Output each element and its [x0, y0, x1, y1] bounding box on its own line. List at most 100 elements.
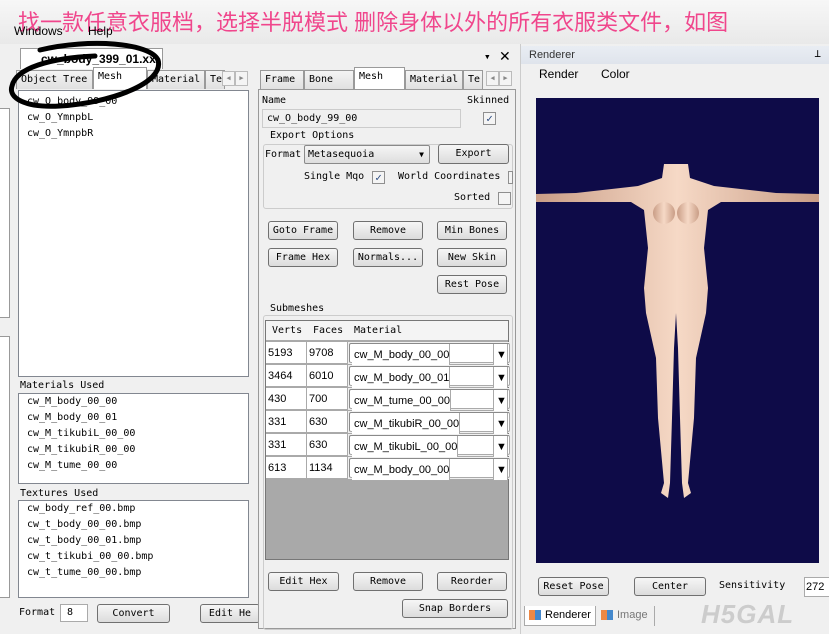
table-row[interactable]: 331 630 cw_M_tikubiL_00_00 ▼	[266, 434, 510, 458]
menu-windows[interactable]: Windows	[14, 24, 63, 38]
chevron-down-icon[interactable]: ▼	[493, 436, 508, 458]
sorted-checkbox[interactable]	[498, 192, 511, 205]
tab-scroll[interactable]: ◀ ▶	[222, 71, 250, 87]
chevron-down-icon[interactable]: ▼	[493, 459, 508, 481]
left-panel: Object Tree Mesh Material Te ◀ ▶ cw_O_bod…	[14, 67, 260, 630]
sensitivity-field[interactable]: 272	[804, 577, 829, 597]
normals-button[interactable]: Normals...	[353, 248, 423, 267]
faces-cell: 6010	[307, 365, 348, 387]
remove-mesh-button[interactable]: Remove	[353, 221, 423, 240]
verts-cell: 3464	[266, 365, 307, 387]
textures-list[interactable]: cw_body_ref_00.bmp cw_t_body_00_00.bmp c…	[18, 500, 249, 598]
tab-mesh[interactable]: Mesh	[354, 67, 405, 89]
overlay-caption: 找一款任意衣服档，选择半脱模式 删除身体以外的所有衣服类文件，如图	[18, 10, 729, 35]
material-dropdown[interactable]: cw_M_body_00_00 ▼	[349, 458, 510, 481]
menu-help[interactable]: Help	[88, 24, 113, 38]
material-value: cw_M_body_00_01	[352, 367, 451, 389]
faces-cell: 9708	[307, 342, 348, 364]
pin-icon[interactable]: ⊥	[814, 47, 821, 60]
list-item[interactable]: cw_M_tikubiL_00_00	[19, 426, 248, 442]
material-value: cw_M_body_00_00	[352, 459, 451, 481]
material-value: cw_M_tikubiR_00_00	[352, 413, 461, 435]
verts-cell: 613	[266, 457, 307, 479]
table-row[interactable]: 5193 9708 cw_M_body_00_00 ▼	[266, 342, 510, 366]
new-skin-button[interactable]: New Skin	[437, 248, 507, 267]
center-button[interactable]: Center	[634, 577, 706, 596]
submeshes-table: Verts Faces Material 5193 9708 cw_M_body_0…	[265, 320, 510, 560]
close-icon[interactable]: ✕	[499, 48, 511, 65]
tab-scroll[interactable]: ◀ ▶	[486, 71, 514, 87]
tab-bone[interactable]: Bone	[304, 70, 354, 89]
export-button[interactable]: Export	[438, 144, 509, 164]
column-material[interactable]: Material	[354, 325, 402, 336]
material-dropdown[interactable]: cw_M_tikubiL_00_00 ▼	[349, 435, 510, 458]
material-dropdown[interactable]: cw_M_tikubiR_00_00 ▼	[349, 412, 510, 435]
material-value: cw_M_tume_00_00	[352, 390, 452, 412]
rest-pose-button[interactable]: Rest Pose	[437, 275, 507, 294]
name-label: Name	[262, 95, 287, 106]
faces-cell: 630	[307, 434, 348, 456]
single-mqo-checkbox[interactable]: ✓	[372, 171, 385, 184]
list-item[interactable]: cw_t_body_00_01.bmp	[19, 533, 248, 549]
mesh-list[interactable]: cw_O_body_99_00 cw_O_YmnpbL cw_O_YmnpbR	[18, 90, 249, 377]
remove-submesh-button[interactable]: Remove	[353, 572, 423, 591]
list-item[interactable]: cw_t_tikubi_00_00.bmp	[19, 549, 248, 565]
table-row[interactable]: 613 1134 cw_M_body_00_00 ▼	[266, 457, 510, 481]
snap-borders-button[interactable]: Snap Borders	[402, 599, 508, 618]
chevron-down-icon[interactable]: ▼	[493, 390, 508, 412]
chevron-down-icon[interactable]: ▼	[493, 413, 508, 435]
arrow-left-icon[interactable]: ◀	[486, 71, 499, 86]
name-field[interactable]: cw_O_body_99_00	[262, 109, 461, 128]
textures-used-label: Textures Used	[20, 488, 99, 499]
menu-render[interactable]: Render	[539, 67, 578, 81]
pane-menu-icon[interactable]: ▾	[484, 50, 491, 63]
list-item[interactable]: cw_t_tume_00_00.bmp	[19, 565, 248, 581]
list-item[interactable]: cw_M_tume_00_00	[19, 458, 248, 474]
tab-image-label: Image	[617, 609, 648, 621]
tab-renderer[interactable]: Renderer	[524, 606, 596, 626]
format-field[interactable]: 8	[60, 604, 88, 622]
chevron-down-icon[interactable]: ▼	[493, 367, 508, 389]
material-dropdown[interactable]: cw_M_body_00_00 ▼	[349, 343, 510, 366]
list-item[interactable]: cw_M_body_00_01	[19, 410, 248, 426]
menu-color[interactable]: Color	[601, 67, 630, 81]
chevron-down-icon[interactable]: ▼	[493, 344, 508, 366]
goto-frame-button[interactable]: Goto Frame	[268, 221, 338, 240]
renderer-panel: Renderer ⊥ Render Color Reset Pose Cente…	[520, 44, 829, 634]
arrow-right-icon[interactable]: ▶	[499, 71, 512, 86]
min-bones-button[interactable]: Min Bones	[437, 221, 507, 240]
tab-texture[interactable]: Te	[463, 70, 483, 89]
arrow-left-icon[interactable]: ◀	[222, 71, 235, 86]
world-coordinates-checkbox[interactable]	[508, 171, 513, 184]
skinned-checkbox[interactable]: ✓	[483, 112, 496, 125]
tab-frame[interactable]: Frame	[260, 70, 304, 89]
table-row[interactable]: 430 700 cw_M_tume_00_00 ▼	[266, 388, 510, 412]
table-row[interactable]: 331 630 cw_M_tikubiR_00_00 ▼	[266, 411, 510, 435]
column-verts[interactable]: Verts	[272, 325, 302, 336]
material-dropdown[interactable]: cw_M_tume_00_00 ▼	[349, 389, 510, 412]
format-dropdown[interactable]: Metasequoia ▼	[304, 145, 430, 164]
table-row[interactable]: 3464 6010 cw_M_body_00_01 ▼	[266, 365, 510, 389]
list-item[interactable]: cw_body_ref_00.bmp	[19, 501, 248, 517]
edit-hex-button[interactable]: Edit Hex	[268, 572, 339, 591]
list-item[interactable]: cw_O_YmnpbR	[19, 126, 248, 142]
material-dropdown[interactable]: cw_M_body_00_01 ▼	[349, 366, 510, 389]
materials-list[interactable]: cw_M_body_00_00 cw_M_body_00_01 cw_M_tik…	[18, 393, 249, 484]
tab-material[interactable]: Material	[405, 70, 463, 89]
arrow-right-icon[interactable]: ▶	[235, 71, 248, 86]
list-item[interactable]: cw_t_body_00_00.bmp	[19, 517, 248, 533]
sensitivity-label: Sensitivity	[719, 580, 786, 591]
chevron-down-icon: ▼	[419, 150, 424, 159]
tab-renderer-label: Renderer	[545, 609, 591, 621]
reorder-button[interactable]: Reorder	[437, 572, 507, 591]
frame-hex-button[interactable]: Frame Hex	[268, 248, 338, 267]
render-viewport[interactable]	[536, 98, 819, 563]
list-item[interactable]: cw_M_tikubiR_00_00	[19, 442, 248, 458]
reset-pose-button[interactable]: Reset Pose	[538, 577, 609, 596]
tab-image[interactable]: Image	[597, 606, 655, 626]
left-edge-panel	[0, 108, 10, 318]
convert-button[interactable]: Convert	[97, 604, 170, 623]
list-item[interactable]: cw_M_body_00_00	[19, 394, 248, 410]
edit-hex-button[interactable]: Edit He	[200, 604, 260, 623]
column-faces[interactable]: Faces	[313, 325, 343, 336]
